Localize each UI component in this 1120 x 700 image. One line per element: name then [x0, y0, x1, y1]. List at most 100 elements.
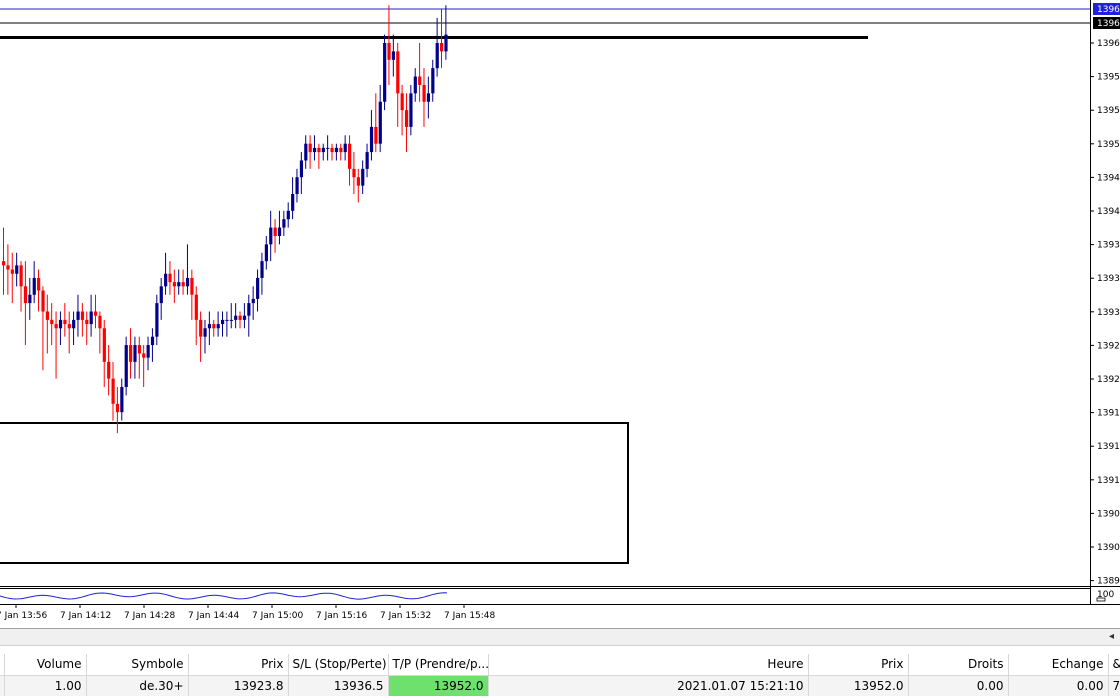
cell-symbol: de.30+	[86, 675, 189, 696]
horizontal-scrollbar[interactable]: ◂	[0, 628, 1120, 646]
candle-body	[286, 210, 290, 220]
candle-body	[383, 43, 387, 102]
price-tick-label: 13958	[1097, 73, 1120, 83]
candle-body	[164, 273, 168, 287]
column-header-fees[interactable]: Droits	[908, 654, 1009, 676]
candle-body	[229, 319, 233, 321]
candle-body	[124, 345, 128, 388]
candle-body	[76, 311, 80, 320]
column-header-stop-loss[interactable]: S/L (Stop/Perte)	[288, 654, 389, 676]
column-header-time[interactable]: Heure	[488, 654, 809, 676]
candle-body	[282, 219, 286, 228]
candle-body	[409, 93, 413, 127]
candle-body	[107, 361, 111, 379]
candle-body	[72, 319, 76, 329]
candle-body	[10, 269, 14, 274]
candle-body	[23, 286, 28, 304]
candle-body	[369, 126, 374, 153]
candle-body	[269, 227, 273, 245]
candle-body	[98, 315, 102, 329]
candle-body	[185, 277, 190, 287]
candle-body	[155, 303, 159, 337]
price-tick-label: 13926	[1097, 341, 1120, 351]
time-tick-label: 7 Jan 14:12	[60, 611, 111, 621]
candle-body	[264, 244, 268, 262]
time-tick-label: 7 Jan 15:16	[316, 611, 368, 621]
candle-body	[150, 336, 155, 346]
candle-body	[111, 378, 115, 404]
candle-body	[50, 319, 54, 325]
candlestick-chart[interactable]: 13962 13958 13954 13950 13946 13942 13938 13934…	[0, 0, 1120, 628]
price-tick-label: 13906	[1097, 509, 1120, 519]
candle-body	[444, 34, 448, 52]
candle-body	[361, 168, 365, 186]
candle-body	[58, 319, 63, 329]
table-row[interactable]: 1.00 de.30+ 13923.8 13936.5 13952.0 2021…	[0, 675, 1120, 696]
candle-body	[326, 147, 330, 149]
candle-body	[312, 147, 317, 153]
candle-body	[207, 324, 212, 329]
candle-body	[334, 147, 339, 153]
candle-body	[63, 319, 67, 325]
candle-body	[242, 315, 247, 320]
column-header-take-profit[interactable]: T/P (Prendre/p...	[388, 654, 489, 676]
plot-area	[0, 0, 1090, 586]
candle-body	[299, 160, 304, 178]
candle-body	[15, 265, 19, 274]
candle-body	[203, 328, 207, 337]
candle-body	[422, 84, 426, 102]
cell-price: 13923.8	[188, 675, 289, 696]
candle-body	[19, 265, 23, 287]
candle-body	[6, 265, 10, 270]
price-tick-label: 13962	[1097, 39, 1120, 49]
candle-body	[440, 43, 444, 52]
column-header-swap[interactable]: Echange	[1008, 654, 1109, 676]
candle-body	[168, 273, 172, 283]
candle-body	[221, 319, 225, 325]
cell-stop-loss: 13936.5	[288, 675, 389, 696]
price-tick-label: 13942	[1097, 207, 1120, 217]
candle-body	[400, 93, 404, 111]
candle-body	[190, 277, 194, 295]
oscillator-level-label: 100	[1097, 590, 1114, 600]
candle-body	[418, 76, 422, 85]
candle-body	[308, 143, 312, 153]
candle-body	[356, 177, 360, 186]
candle-body	[146, 345, 150, 358]
candle-body	[120, 387, 124, 413]
price-chart[interactable]: 13962 13958 13954 13950 13946 13942 13938 13934…	[0, 0, 1120, 628]
price-tick-label: 13938	[1097, 241, 1120, 251]
candle-body	[37, 277, 41, 291]
candle-body	[45, 311, 49, 320]
price-tick-label: 13946	[1097, 173, 1120, 183]
candle-body	[330, 147, 334, 153]
candle-body	[41, 290, 45, 312]
candle-body	[172, 282, 177, 287]
time-tick-label: 7 Jan 15:48	[444, 611, 496, 621]
candle-body	[181, 282, 185, 287]
price-tick-label: 13918	[1097, 409, 1120, 419]
price-tick-label: 13954	[1097, 106, 1120, 116]
current-price-label: 13963	[1097, 19, 1120, 29]
candle-body	[102, 328, 106, 362]
column-header-price[interactable]: Prix	[188, 654, 289, 676]
candle-body	[67, 324, 71, 329]
column-header-volume[interactable]: Volume	[4, 654, 87, 676]
column-header-close-price[interactable]: Prix	[808, 654, 909, 676]
candle-body	[413, 76, 417, 94]
scroll-left-arrow-icon[interactable]: ◂	[1109, 631, 1114, 642]
price-tick-label: 13934	[1097, 274, 1120, 284]
candle-body	[352, 168, 356, 178]
candle-body	[404, 110, 409, 127]
price-tick-label: 13902	[1097, 543, 1120, 553]
candle-body	[194, 294, 198, 320]
candle-body	[89, 311, 93, 325]
price-tick-label: 13914	[1097, 442, 1120, 452]
column-header-symbol[interactable]: Symbole	[86, 654, 189, 676]
time-tick-label: 7 Jan 15:00	[252, 611, 304, 621]
candle-body	[317, 147, 321, 153]
candle-body	[2, 261, 6, 266]
candle-body	[142, 353, 146, 358]
column-header-profit[interactable]: &Profit	[1108, 654, 1120, 676]
candle-body	[199, 319, 203, 337]
